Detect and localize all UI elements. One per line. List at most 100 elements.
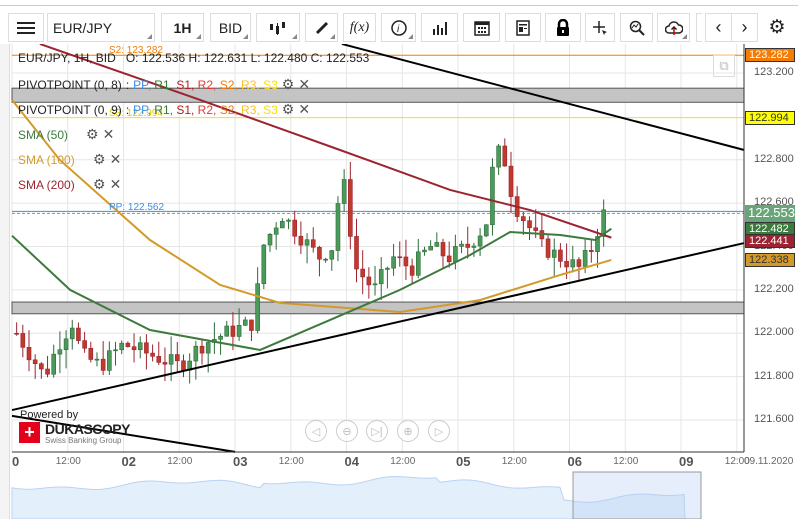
candle [199,345,205,354]
lock-button[interactable] [545,13,581,42]
popout-icon[interactable]: ⧉ [713,55,735,77]
candle [32,359,38,364]
menu-button[interactable] [8,13,44,42]
candle [125,342,131,347]
close-icon[interactable]: ✕ [298,76,310,93]
candle [403,256,409,267]
gear-icon[interactable]: ⚙ [93,176,106,193]
settings-button[interactable]: ⚙ [762,13,792,42]
candle [14,332,19,335]
gear-icon[interactable]: ⚙ [282,76,295,93]
candle [88,347,94,360]
pivot-level-s3: S3 [263,77,278,92]
price-marker: 123.282 [745,48,795,63]
candle [471,245,477,248]
candle [483,224,489,237]
candle [310,239,316,248]
sma50-legend: SMA (50) ⚙ ✕ [18,126,114,143]
pivot-sep: : [125,77,130,92]
candle [131,346,137,351]
sma50-label: SMA (50) [18,127,69,142]
chart-type-button[interactable] [256,13,300,42]
candle [453,246,458,263]
time-tick: 05 [456,454,471,469]
toolbar-divider [696,13,702,42]
price-tick: 122.200 [754,282,794,295]
close-icon[interactable]: ✕ [110,176,122,193]
candle [261,244,267,284]
zoom-in-button[interactable]: ⊕ [397,420,419,442]
candle [304,239,310,246]
function-icon: f(x) [349,19,370,35]
scroll-forward-button[interactable]: › [731,13,758,42]
candle [446,255,452,263]
time-tick: 12:00 [167,456,193,467]
gear-icon[interactable]: ⚙ [282,101,295,118]
scroll-right-button[interactable]: ▷ [428,420,450,442]
candle [162,362,168,365]
close-icon[interactable]: ✕ [110,151,122,168]
candle [385,267,390,270]
trend-line [11,242,745,412]
candle [45,368,50,375]
candle [26,347,32,361]
candle [230,325,236,337]
go-to-latest-button[interactable]: ▷| [366,420,388,442]
price-marker: 122.338 [745,252,795,267]
close-icon[interactable]: ✕ [298,101,310,118]
pivot-levels: PP, R1, S1, R2, S2, R3, S3 [133,103,278,117]
sma100-label: SMA (100) [18,152,75,167]
crosshair-button[interactable] [585,13,615,42]
candle [168,354,174,365]
news-button[interactable] [505,13,541,42]
candle [477,235,483,247]
price-marker: 122.553 [745,205,795,223]
pivot-label: PIVOTPOINT (0, 9) [18,102,122,117]
candle [150,352,155,357]
time-tick: 12:00 [613,456,639,467]
gear-icon[interactable]: ⚙ [86,126,99,143]
powered-by-text: Powered by [20,409,79,421]
price-side-select[interactable]: BID [210,13,251,42]
candle [508,165,514,197]
candle [582,250,588,267]
pivot-level-r1: R1, [154,77,177,92]
candle [391,256,396,269]
candle [298,235,304,246]
calendar-button[interactable] [463,13,500,42]
crosshair-icon [593,20,607,35]
pivot-level-s2: S2, [219,102,242,117]
time-tick: 09 [679,454,694,469]
zoom-out-button[interactable]: ⊖ [336,420,358,442]
candle [280,221,285,229]
scroll-back-button[interactable]: ‹ [705,13,732,42]
pivot-level-r1: R1, [154,102,177,117]
candle [51,353,57,375]
candle [459,243,464,247]
candle [255,283,260,331]
ohlc-text: EUR/JPY, 1H, BID O: 122.536 H: 122.631 L… [18,51,370,65]
volume-button[interactable] [421,13,458,42]
indicators-button[interactable]: f(x) [343,13,376,42]
candle [107,350,112,371]
candle [527,220,532,229]
pivot-legend-1: PIVOTPOINT (0, 8) : PP, R1, S1, R2, S2, R… [18,76,310,93]
candle [415,251,421,276]
time-tick: 02 [121,454,136,469]
candle [242,319,248,326]
candle [323,258,328,261]
gear-icon[interactable]: ⚙ [93,151,106,168]
close-icon[interactable]: ✕ [103,126,115,143]
pivot-zone [11,301,745,315]
export-button[interactable] [657,13,690,42]
sma200-legend: SMA (200) ⚙ ✕ [18,176,121,193]
info-button[interactable]: i [381,13,416,42]
timeframe-select[interactable]: 1H [161,13,204,42]
draw-button[interactable] [305,13,338,42]
pivot-level-s2: S2, [219,77,242,92]
scroll-left-button[interactable]: ◁ [305,420,327,442]
instrument-select[interactable]: EUR/JPY [47,13,155,42]
zoom-chart-button[interactable] [620,13,653,42]
price-marker: 122.441 [745,233,795,248]
price-tick: 121.600 [754,413,794,426]
